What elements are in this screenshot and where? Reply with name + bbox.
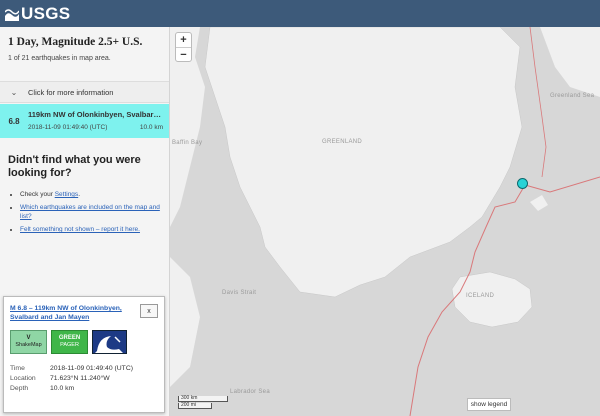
zoom-in-button[interactable]: + (176, 33, 191, 48)
time-value: 2018-11-09 01:49:40 (UTC) (50, 364, 133, 372)
zoom-control: + − (175, 32, 192, 62)
map-label-baffin-bay: Baffin Bay (172, 140, 203, 146)
earthquake-marker[interactable] (517, 178, 528, 189)
earthquake-magnitude: 6.8 (8, 116, 20, 126)
shakemap-badge[interactable]: V ShakeMap (10, 330, 47, 354)
shakemap-label: ShakeMap (15, 342, 42, 348)
map-label-iceland: ICELAND (466, 293, 495, 299)
help-section: Didn't find what you were looking for? C… (8, 154, 163, 238)
report-felt-link[interactable]: Felt something not shown – report it her… (20, 226, 140, 233)
zoom-out-button[interactable]: − (176, 48, 191, 62)
popup-close-button[interactable]: x (140, 304, 158, 318)
popup-details: Time 2018-11-09 01:49:40 (UTC) Location 71… (10, 363, 133, 393)
depth-value: 10.0 km (50, 384, 75, 392)
map-scale: 300 km 200 mi (178, 396, 228, 410)
more-info-toggle[interactable]: ⌄ Click for more information (0, 81, 169, 103)
list-title: 1 Day, Magnitude 2.5+ U.S. (8, 36, 143, 48)
pager-value: GREEN (58, 335, 81, 341)
map-label-greenland: GREENLAND (322, 139, 363, 145)
depth-label: Depth (10, 384, 29, 392)
earthquake-depth: 10.0 km (139, 124, 163, 131)
scale-mi: 200 mi (178, 403, 212, 409)
map-label-davis-strait: Davis Strait (222, 290, 257, 296)
earthquake-popup: M 6.8 – 119km NW of Olonkinbyen, Svalbar… (3, 296, 165, 413)
location-value: 71.623°N 11.240°W (50, 374, 110, 382)
help-item-included: Which earthquakes are included on the ma… (20, 203, 163, 221)
earthquake-time: 2018-11-09 01:49:40 (UTC) (28, 124, 108, 131)
popup-title-link[interactable]: M 6.8 – 119km NW of Olonkinbyen, Svalbar… (10, 304, 125, 322)
usgs-logo[interactable]: USGS (5, 4, 70, 24)
earthquake-list-item[interactable]: 6.8 119km NW of Olonkinbyen, Svalbard an… (0, 104, 169, 138)
earthquake-place: 119km NW of Olonkinbyen, Svalbard and Ja… (28, 110, 162, 119)
map-area[interactable]: GREENLAND ICELAND Greenland Sea Baffin B… (170, 27, 600, 416)
location-label: Location (10, 374, 36, 382)
earthquake-count: 1 of 21 earthquakes in map area. (8, 55, 111, 62)
pager-label: PAGER (60, 342, 79, 348)
included-earthquakes-link[interactable]: Which earthquakes are included on the ma… (20, 204, 160, 220)
basemap (170, 27, 600, 416)
help-item-settings: Check your Settings. (20, 190, 163, 199)
map-label-labrador-sea: Labrador Sea (230, 389, 270, 395)
more-info-label: Click for more information (28, 87, 114, 97)
header-bar: USGS (0, 0, 600, 27)
help-item-report: Felt something not shown – report it her… (20, 225, 163, 234)
help-item-prefix: Check your (20, 191, 53, 198)
shakemap-value: V (26, 335, 31, 341)
tsunami-icon[interactable] (92, 330, 127, 354)
usgs-wave-icon (5, 9, 19, 21)
settings-link[interactable]: Settings (55, 191, 79, 198)
chevron-down-icon: ⌄ (10, 87, 18, 97)
pager-badge[interactable]: GREEN PAGER (51, 330, 88, 354)
map-label-greenland-sea: Greenland Sea (550, 93, 595, 99)
time-label: Time (10, 364, 25, 372)
help-heading: Didn't find what you were looking for? (8, 154, 141, 179)
logo-text: USGS (21, 4, 71, 23)
show-legend-button[interactable]: show legend (467, 398, 511, 411)
